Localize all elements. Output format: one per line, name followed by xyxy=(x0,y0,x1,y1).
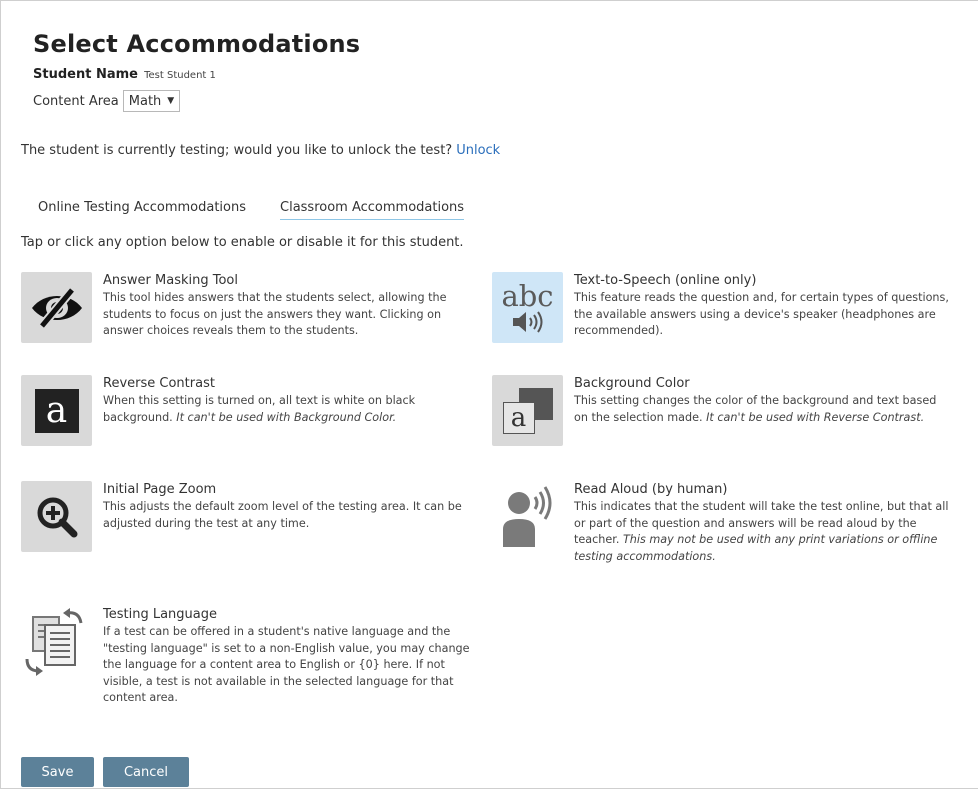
read-aloud-tile[interactable] xyxy=(492,481,563,552)
background-color-desc-block: This setting changes the color of the ba… xyxy=(574,393,949,426)
cancel-button[interactable]: Cancel xyxy=(103,757,189,787)
page-zoom-name: Initial Page Zoom xyxy=(103,482,217,497)
instructions-text: Tap or click any option below to enable … xyxy=(21,235,464,250)
language-swap-icon xyxy=(25,607,82,676)
tab-online-testing[interactable]: Online Testing Accommodations xyxy=(38,200,246,220)
page-title: Select Accommodations xyxy=(33,30,361,58)
read-aloud-text: Read Aloud (by human) This indicates tha… xyxy=(574,481,949,565)
reverse-contrast-desc-block: When this setting is turned on, all text… xyxy=(103,393,478,426)
abc-speaker-icon: abc xyxy=(501,278,554,334)
reverse-contrast-icon: a xyxy=(34,388,79,433)
answer-masking-name: Answer Masking Tool xyxy=(103,273,238,288)
unlock-row: The student is currently testing; would … xyxy=(21,143,500,158)
front-square: a xyxy=(502,401,535,434)
background-color-letter: a xyxy=(510,402,527,433)
background-color-note: It can't be used with Reverse Contrast. xyxy=(706,410,925,424)
reverse-contrast-text: Reverse Contrast When this setting is tu… xyxy=(103,375,478,426)
read-aloud-note: This may not be used with any print vari… xyxy=(574,533,938,563)
text-to-speech-tile[interactable]: abc xyxy=(492,272,563,343)
testing-language-tile[interactable] xyxy=(21,606,92,677)
content-area-select[interactable]: Math ▼ xyxy=(122,90,181,112)
content-area-row: Content Area Math ▼ xyxy=(33,90,181,112)
person-speaking-icon xyxy=(502,485,551,547)
unlock-link[interactable]: Unlock xyxy=(456,143,500,158)
accommodation-tabs: Online Testing Accommodations Classroom … xyxy=(38,200,465,220)
speaker-icon xyxy=(513,310,543,333)
testing-language-name: Testing Language xyxy=(103,607,217,622)
background-color-tile[interactable]: a xyxy=(492,375,563,446)
page-zoom-desc: This adjusts the default zoom level of t… xyxy=(103,500,462,530)
reverse-contrast-name: Reverse Contrast xyxy=(103,376,215,391)
eye-slash-icon xyxy=(31,287,82,328)
zoom-in-icon xyxy=(37,497,77,537)
background-color-text: Background Color This setting changes th… xyxy=(574,375,949,426)
reverse-contrast-letter: a xyxy=(45,389,68,431)
student-name-row: Student Name Test Student 1 xyxy=(33,67,216,82)
testing-language-desc: If a test can be offered in a student's … xyxy=(103,625,470,704)
student-name-label: Student Name xyxy=(33,67,138,82)
answer-masking-text: Answer Masking Tool This tool hides answ… xyxy=(103,272,478,340)
content-area-value: Math xyxy=(128,93,162,109)
text-to-speech-desc: This feature reads the question and, for… xyxy=(574,291,949,337)
reverse-contrast-note: It can't be used with Background Color. xyxy=(176,410,397,424)
dropdown-arrow-icon: ▼ xyxy=(167,96,175,106)
testing-language-text: Testing Language If a test can be offere… xyxy=(103,606,478,707)
student-name-value: Test Student 1 xyxy=(144,70,216,81)
background-color-icon: a xyxy=(502,387,553,434)
page-zoom-tile[interactable] xyxy=(21,481,92,552)
text-to-speech-name: Text-to-Speech (online only) xyxy=(574,273,757,288)
read-aloud-name: Read Aloud (by human) xyxy=(574,482,728,497)
answer-masking-desc: This tool hides answers that the student… xyxy=(103,291,447,337)
tab-classroom[interactable]: Classroom Accommodations xyxy=(280,200,465,220)
abc-text: abc xyxy=(501,278,554,313)
page-zoom-text: Initial Page Zoom This adjusts the defau… xyxy=(103,481,478,532)
content-area-label: Content Area xyxy=(33,93,119,109)
save-button[interactable]: Save xyxy=(21,757,94,787)
reverse-contrast-tile[interactable]: a xyxy=(21,375,92,446)
unlock-prompt: The student is currently testing; would … xyxy=(21,143,453,158)
text-to-speech-text: Text-to-Speech (online only) This featur… xyxy=(574,272,949,340)
answer-masking-tile[interactable] xyxy=(21,272,92,343)
read-aloud-desc-block: This indicates that the student will tak… xyxy=(574,499,949,565)
background-color-name: Background Color xyxy=(574,376,690,391)
